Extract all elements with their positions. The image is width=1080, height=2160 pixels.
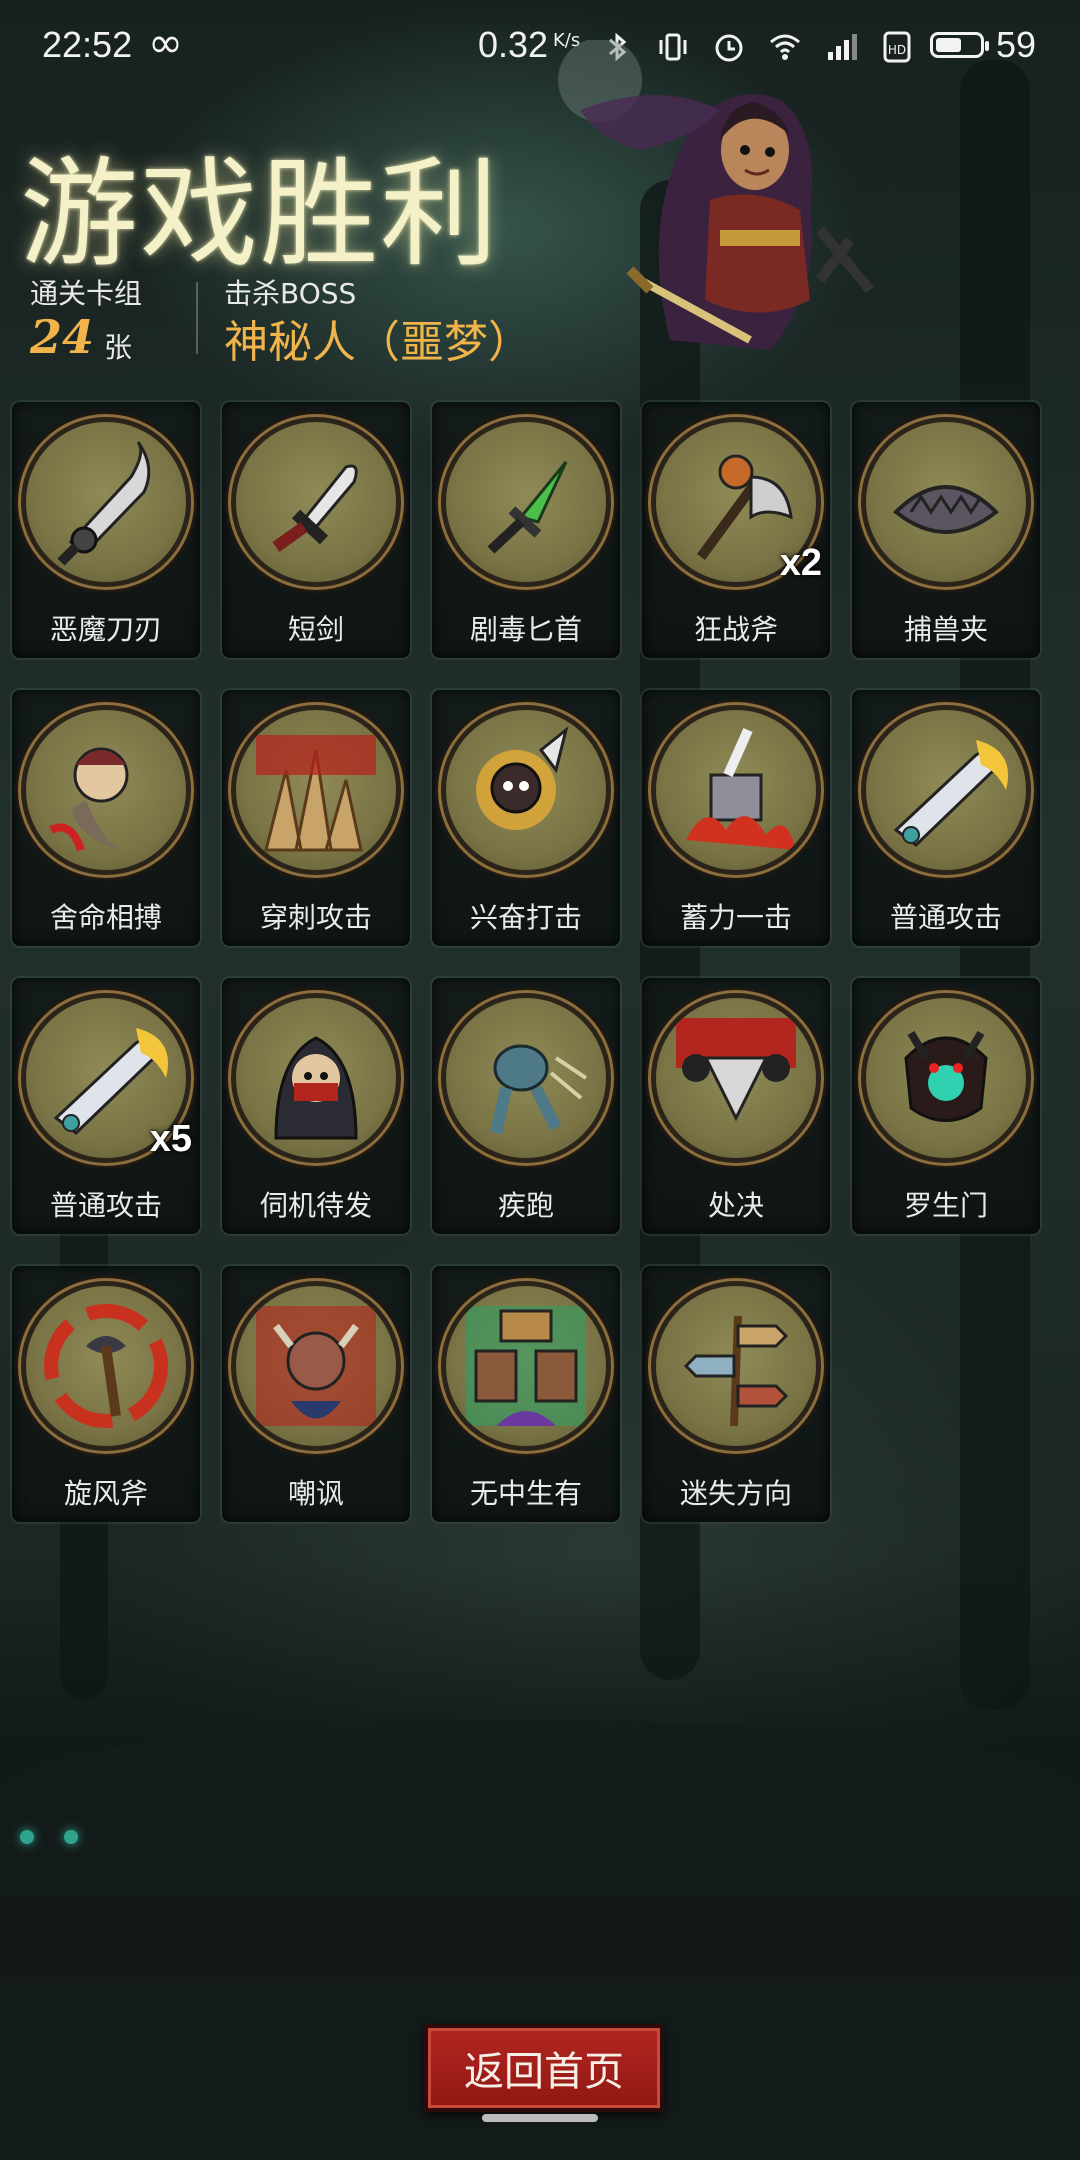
short-sword-icon xyxy=(236,422,396,582)
deck-card[interactable]: 短剑 xyxy=(222,402,410,658)
demon-blade-icon xyxy=(26,422,186,582)
deck-card-label: 恶魔刀刃 xyxy=(49,613,162,646)
deck-card-label: 嘲讽 xyxy=(287,1477,344,1510)
background-creature-eyes xyxy=(20,1820,90,1860)
deck-card[interactable]: 舍命相搏 xyxy=(12,690,200,946)
deck-card-label: 短剑 xyxy=(287,613,344,646)
execute-icon xyxy=(656,998,816,1158)
taunt-icon xyxy=(236,1286,396,1446)
ambush-icon xyxy=(236,998,396,1158)
charged-strike-icon xyxy=(656,710,816,870)
deck-card[interactable]: 捕兽夹 xyxy=(852,402,1040,658)
deck-card-label: 罗生门 xyxy=(903,1189,988,1222)
deck-card-label: 兴奋打击 xyxy=(469,901,582,934)
deck-card[interactable]: 旋风斧 xyxy=(12,1266,200,1522)
excited-strike-icon xyxy=(446,710,606,870)
deck-label: 通关卡组 xyxy=(30,277,143,310)
boss-name: 神秘人（噩梦） xyxy=(224,317,532,368)
deck-card[interactable]: 伺机待发 xyxy=(222,978,410,1234)
deck-card-label: 疾跑 xyxy=(497,1189,554,1222)
status-time: 22:52 xyxy=(42,24,133,65)
deck-card[interactable]: 恶魔刀刃 xyxy=(12,402,200,658)
desperate-fight-icon xyxy=(26,710,186,870)
card-count-badge: x5 xyxy=(149,1118,192,1160)
something-from-nothing-icon xyxy=(446,1286,606,1446)
lost-direction-icon xyxy=(656,1286,816,1446)
deck-card[interactable]: 剧毒匕首 xyxy=(432,402,620,658)
deck-card-label: 蓄力一击 xyxy=(679,901,792,934)
hooded-heroine-illustration xyxy=(558,40,874,351)
deck-card[interactable]: 嘲讽 xyxy=(222,1266,410,1522)
deck-card[interactable]: 疾跑 xyxy=(432,978,620,1234)
deck-card[interactable]: 普通攻击 xyxy=(852,690,1040,946)
deck-card-label: 捕兽夹 xyxy=(903,613,988,646)
deck-card-label: 普通攻击 xyxy=(889,901,1002,934)
deck-card-label: 伺机待发 xyxy=(259,1189,372,1222)
deck-count: 24 xyxy=(30,310,95,364)
deck-card-label: 穿刺攻击 xyxy=(259,901,372,934)
deck-card[interactable]: 兴奋打击 xyxy=(432,690,620,946)
stat-divider xyxy=(196,282,198,354)
card-count-badge: x2 xyxy=(779,542,822,584)
deck-card-label: 普通攻击 xyxy=(49,1189,162,1222)
page-title: 游戏胜利 xyxy=(20,145,501,283)
sprint-icon xyxy=(446,998,606,1158)
deck-card-label: 旋风斧 xyxy=(63,1477,148,1510)
normal-attack-icon xyxy=(866,710,1026,870)
bear-trap-icon xyxy=(866,422,1026,582)
deck-card[interactable]: 蓄力一击 xyxy=(642,690,830,946)
rashomon-icon xyxy=(866,998,1026,1158)
infinity-icon: ∞ xyxy=(148,18,183,67)
poison-dagger-icon xyxy=(446,422,606,582)
deck-card-label: 无中生有 xyxy=(469,1477,582,1510)
deck-card-label: 处决 xyxy=(707,1189,764,1222)
deck-card[interactable]: 罗生门 xyxy=(852,978,1040,1234)
gesture-nav-handle[interactable] xyxy=(482,2114,598,2122)
deck-card-label: 剧毒匕首 xyxy=(469,613,582,646)
deck-card[interactable]: 穿刺攻击 xyxy=(222,690,410,946)
deck-card[interactable]: 狂战斧 x2 xyxy=(642,402,830,658)
deck-unit: 张 xyxy=(104,331,133,364)
deck-card-label: 迷失方向 xyxy=(679,1477,792,1510)
deck-card[interactable]: 无中生有 xyxy=(432,1266,620,1522)
whirlwind-axe-icon xyxy=(26,1286,186,1446)
deck-card[interactable]: 处决 xyxy=(642,978,830,1234)
return-home-button[interactable]: 返回首页 xyxy=(424,2024,664,2112)
deck-card-label: 狂战斧 xyxy=(693,613,778,646)
deck-card-label: 舍命相搏 xyxy=(49,901,162,934)
victory-screen: 22:52 ∞ 0.32 K/s HD 59 游戏胜利 通关卡组 24 张 击杀… xyxy=(0,0,1080,2160)
deck-card[interactable]: 普通攻击 x5 xyxy=(12,978,200,1234)
deck-card[interactable]: 迷失方向 xyxy=(642,1266,830,1522)
battery-percent: 59 xyxy=(996,24,1037,65)
piercing-attack-icon xyxy=(236,710,396,870)
background-hill xyxy=(0,1720,1080,1900)
